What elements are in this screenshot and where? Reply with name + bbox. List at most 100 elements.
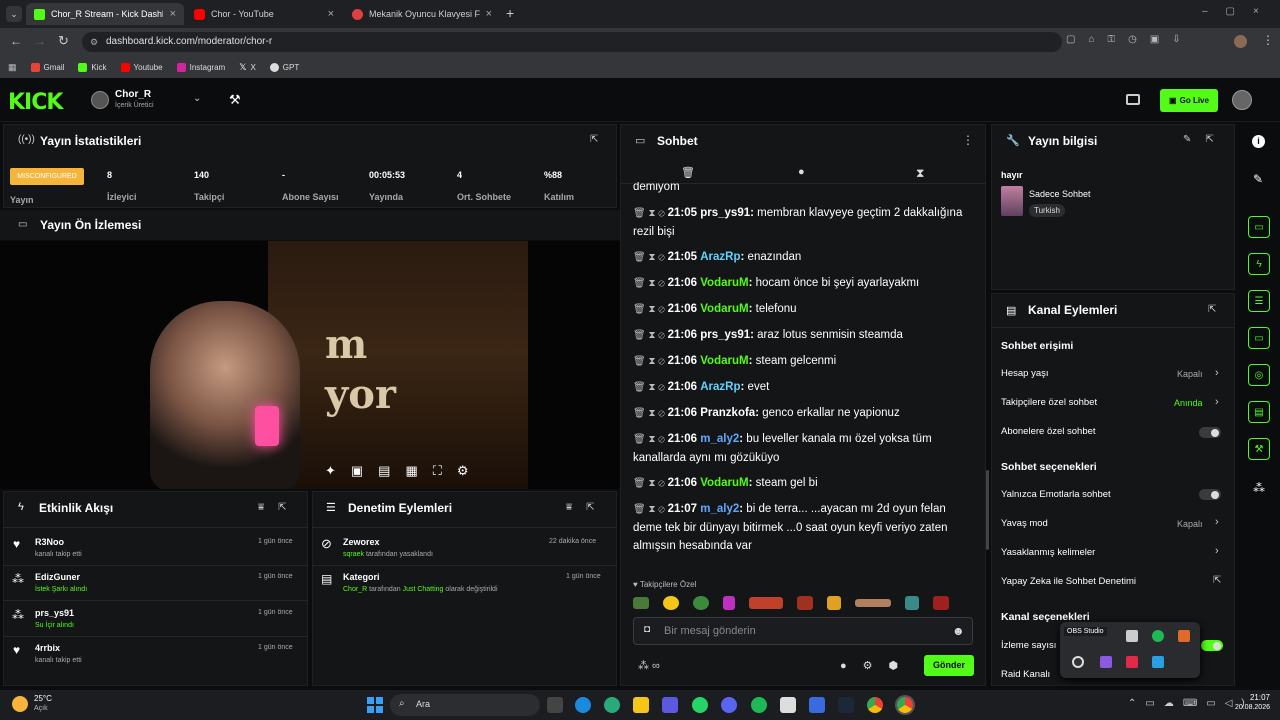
back-icon[interactable]: ← <box>10 34 22 48</box>
address-input[interactable]: ⚙ dashboard.kick.com/moderator/chor-r <box>82 32 1062 52</box>
app-icon[interactable] <box>662 697 678 713</box>
timeout-icon[interactable]: ⧗ <box>648 504 658 515</box>
chat-action-icons[interactable]: ●⚙⬢ <box>840 659 914 672</box>
chrome-active-icon[interactable] <box>897 697 913 713</box>
emote-bar[interactable] <box>633 594 973 612</box>
close-tab-icon[interactable]: × <box>328 8 334 20</box>
weather-icon[interactable] <box>12 696 28 712</box>
emote-icon[interactable] <box>933 596 949 610</box>
extension-icons[interactable]: ▢⌂⚿◷▣⇩ <box>1066 34 1194 45</box>
hammer-icon[interactable]: ⚒ <box>229 92 241 108</box>
ban-icon[interactable]: ⊘ <box>658 408 667 419</box>
new-tab-button[interactable]: + <box>506 5 514 21</box>
windows-start-icon[interactable] <box>367 697 383 713</box>
apps-grid-icon[interactable]: ▦ <box>8 62 17 73</box>
edge-icon[interactable] <box>575 697 591 713</box>
chat-tools-icon[interactable]: ⁂ ∞ <box>638 659 660 672</box>
timeout-icon[interactable]: ⧗ <box>648 478 658 489</box>
chat-username[interactable]: VodaruM <box>700 355 748 367</box>
ban-icon[interactable]: ⊘ <box>658 252 667 263</box>
followers-chat-row[interactable]: Takipçilere özel sohbet Anında › <box>991 393 1231 415</box>
ban-icon[interactable]: ⊘ <box>658 304 667 315</box>
chat-username[interactable]: VodaruM <box>700 277 748 289</box>
chat-message[interactable]: 🗑 ⧗ ⊘ 21:06 VodaruM: hocam önce bi şeyi … <box>633 274 973 293</box>
channel-switch-chevron-icon[interactable]: ⌄ <box>193 93 201 104</box>
chat-menu-icon[interactable]: ⋮ <box>962 133 974 147</box>
ban-icon[interactable]: ⊘ <box>658 330 667 341</box>
tray-app-icon[interactable] <box>1178 630 1190 642</box>
profile-avatar[interactable] <box>1234 35 1247 48</box>
viewer-count-toggle[interactable] <box>1201 640 1223 651</box>
tab-list-button[interactable]: ⌄ <box>6 6 22 22</box>
kick-logo[interactable]: KICK <box>8 90 63 115</box>
chat-message[interactable]: 🗑 ⧗ ⊘ 21:06 VodaruM: steam gelcenmi <box>633 352 973 371</box>
timeout-icon[interactable]: ⧗ <box>648 208 658 219</box>
chat-username[interactable]: VodaruM <box>700 477 748 489</box>
send-button[interactable]: Gönder <box>924 655 974 676</box>
hourglass-icon[interactable]: ⧗ <box>916 166 924 181</box>
chat-username[interactable]: m_aly2 <box>700 503 739 515</box>
close-tab-icon[interactable]: × <box>486 8 492 20</box>
emote-icon[interactable] <box>797 596 813 610</box>
chat-username[interactable]: m_aly2 <box>700 433 739 445</box>
multiview-icon[interactable] <box>1126 94 1140 105</box>
app-icon[interactable] <box>780 697 796 713</box>
delete-message-icon[interactable]: 🗑 <box>633 504 648 515</box>
browser-tab-keyboard[interactable]: Mekanik Oyuncu Klavyesi Fiyatl × <box>344 3 500 25</box>
chat-message[interactable]: 🗑 ⧗ ⊘ 21:06 prs_ys91: araz lotus senmisi… <box>633 326 973 345</box>
subs-chat-toggle[interactable] <box>1199 427 1221 438</box>
delete-message-icon[interactable]: 🗑 <box>633 330 648 341</box>
delete-message-icon[interactable]: 🗑 <box>633 478 648 489</box>
banned-words-row[interactable]: Yasaklanmış kelimeler › <box>991 542 1231 564</box>
emote-icon[interactable] <box>633 597 649 609</box>
ban-icon[interactable]: ⊘ <box>658 382 667 393</box>
bookmark-youtube[interactable]: Youtube <box>120 62 163 72</box>
emoji-icon[interactable]: ☻ <box>952 624 965 638</box>
timeout-icon[interactable]: ⧗ <box>648 382 658 393</box>
timeout-icon[interactable]: ⧗ <box>648 356 658 367</box>
go-live-button[interactable]: ▣ Go Live <box>1160 89 1218 112</box>
delete-message-icon[interactable]: 🗑 <box>633 252 648 263</box>
emote-icon[interactable] <box>855 599 891 607</box>
timeout-icon[interactable]: ⧗ <box>648 278 658 289</box>
emote-icon[interactable] <box>749 597 783 609</box>
emote-icon[interactable] <box>693 596 709 610</box>
chatgpt-icon[interactable] <box>604 697 620 713</box>
timeout-icon[interactable]: ⧗ <box>648 330 658 341</box>
spotify-tray-icon[interactable] <box>1152 630 1164 642</box>
sidebar-server-icon[interactable]: ▤ <box>1248 401 1270 423</box>
obs-tray-icon[interactable] <box>1072 656 1084 668</box>
taskview-icon[interactable] <box>547 697 563 713</box>
ban-icon[interactable]: ⊘ <box>658 504 667 515</box>
delete-message-icon[interactable]: 🗑 <box>633 408 648 419</box>
chat-username[interactable]: Pranzkofa <box>700 407 755 419</box>
browser-tab-youtube[interactable]: Chor - YouTube × <box>186 3 342 25</box>
sidebar-broadcast-icon[interactable]: ◎ <box>1248 364 1270 386</box>
tray-app-icon[interactable] <box>1152 656 1164 668</box>
window-controls[interactable]: –▢× <box>1202 6 1277 17</box>
steam-icon[interactable] <box>838 697 854 713</box>
ban-icon[interactable]: ⊘ <box>658 278 667 289</box>
sidebar-chat-icon[interactable]: ▭ <box>1248 327 1270 349</box>
popout-icon[interactable]: ⇱ <box>1208 304 1216 315</box>
bookmark-instagram[interactable]: Instagram <box>176 62 225 72</box>
trash-icon[interactable]: 🗑 <box>681 166 695 179</box>
chat-message[interactable]: 🗑 ⧗ ⊘ 21:06 Pranzkofa: genco erkallar ne… <box>633 404 973 423</box>
preview-controls[interactable]: ✦▣▤▦⛶⚙ <box>325 463 484 479</box>
bookmark-x[interactable]: 𝕏X <box>239 62 256 73</box>
emotes-only-toggle[interactable] <box>1199 489 1221 500</box>
stream-preview-video[interactable]: m yor ✦▣▤▦⛶⚙ <box>0 241 620 489</box>
timeout-icon[interactable]: ⧗ <box>648 434 658 445</box>
chat-username[interactable]: VodaruM <box>700 303 748 315</box>
ban-icon[interactable]: ⊘ <box>658 478 667 489</box>
channel-avatar[interactable] <box>91 91 109 109</box>
delete-message-icon[interactable]: 🗑 <box>633 434 648 445</box>
chat-message[interactable]: 🗑 ⧗ ⊘ 21:06 m_aly2: bu leveller kanala m… <box>633 430 973 467</box>
bookmark-gmail[interactable]: Gmail <box>30 62 64 72</box>
popout-icon[interactable]: ⇱ <box>590 134 598 145</box>
spotify-icon[interactable] <box>751 697 767 713</box>
chat-username[interactable]: ArazRp <box>700 381 740 393</box>
emote-icon[interactable] <box>663 596 679 610</box>
chat-username[interactable]: prs_ys91 <box>700 329 750 341</box>
edit-popout-icons[interactable]: ✎⇱ <box>1183 134 1228 145</box>
